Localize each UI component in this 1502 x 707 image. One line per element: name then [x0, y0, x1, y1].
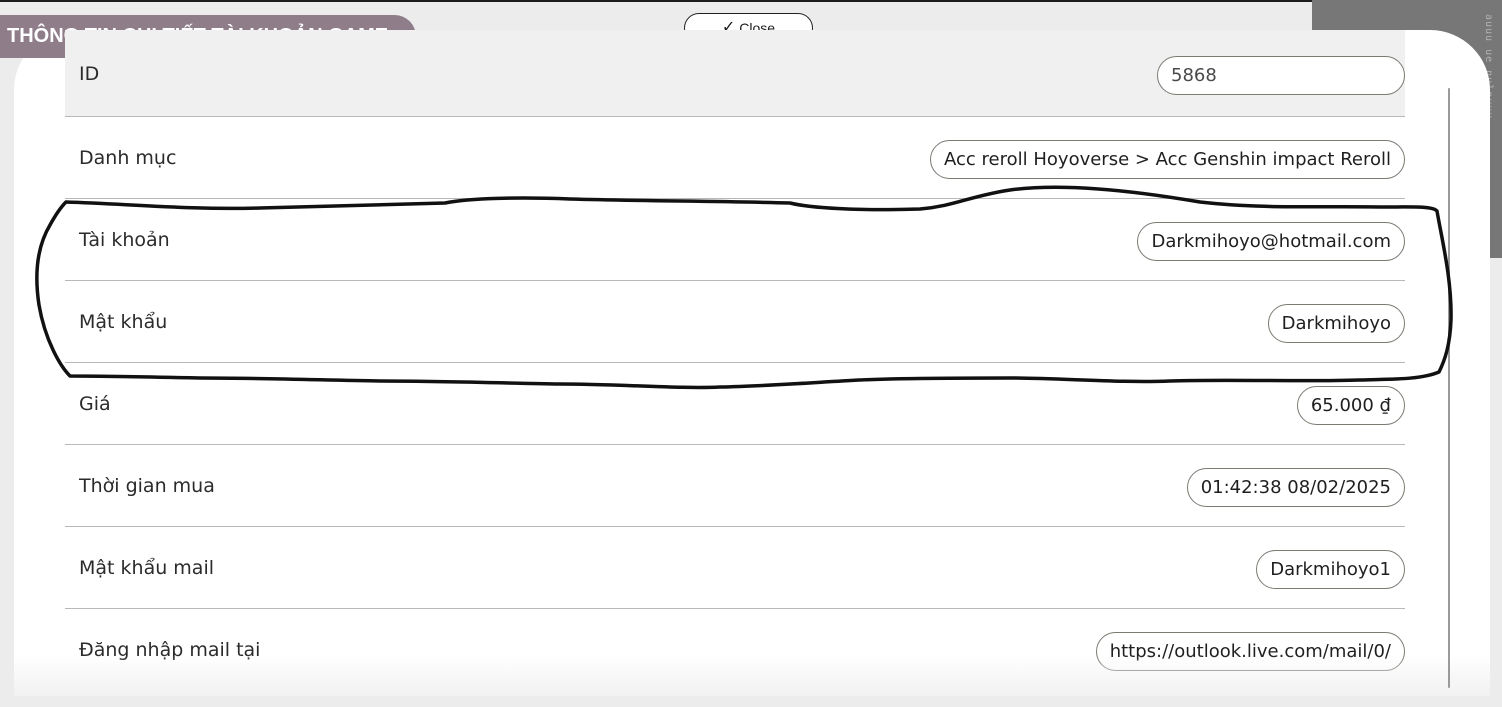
detail-value-field[interactable]: Darkmihoyo@hotmail.com	[1137, 222, 1405, 261]
detail-label: Mật khẩu	[79, 311, 168, 333]
detail-label: ID	[79, 63, 100, 85]
detail-value-field[interactable]: 01:42:38 08/02/2025	[1186, 468, 1405, 507]
detail-value-field[interactable]: 5868	[1157, 56, 1405, 95]
detail-row-id: ID 5868	[65, 30, 1405, 117]
scrollbar[interactable]	[1446, 60, 1452, 690]
detail-row-purchase-time: Thời gian mua 01:42:38 08/02/2025	[65, 445, 1405, 527]
detail-label: Đăng nhập mail tại	[79, 639, 261, 661]
detail-list: ID 5868 Danh mục Acc reroll Hoyoverse > …	[65, 30, 1405, 691]
window-top-border	[0, 0, 1502, 2]
detail-row-category: Danh mục Acc reroll Hoyoverse > Acc Gens…	[65, 117, 1405, 199]
detail-row-price: Giá 65.000 ₫	[65, 363, 1405, 445]
detail-value-field[interactable]: 65.000 ₫	[1296, 386, 1405, 425]
detail-label: Tài khoản	[79, 229, 170, 251]
detail-row-mail-password: Mật khẩu mail Darkmihoyo1	[65, 527, 1405, 609]
detail-row-account: Tài khoản Darkmihoyo@hotmail.com	[65, 199, 1405, 281]
detail-value-field[interactable]: Darkmihoyo	[1267, 304, 1405, 343]
detail-label: Thời gian mua	[79, 475, 215, 497]
detail-value-field[interactable]: Acc reroll Hoyoverse > Acc Genshin impac…	[930, 140, 1405, 179]
detail-label: Giá	[79, 393, 111, 415]
detail-value-field[interactable]: https://outlook.live.com/mail/0/	[1095, 632, 1405, 671]
detail-label: Danh mục	[79, 147, 177, 169]
detail-row-password: Mật khẩu Darkmihoyo	[65, 281, 1405, 363]
detail-row-mail-login: Đăng nhập mail tại https://outlook.live.…	[65, 609, 1405, 691]
detail-value-field[interactable]: Darkmihoyo1	[1256, 550, 1405, 589]
scrollbar-thumb[interactable]	[1448, 88, 1450, 688]
detail-label: Mật khẩu mail	[79, 557, 215, 579]
